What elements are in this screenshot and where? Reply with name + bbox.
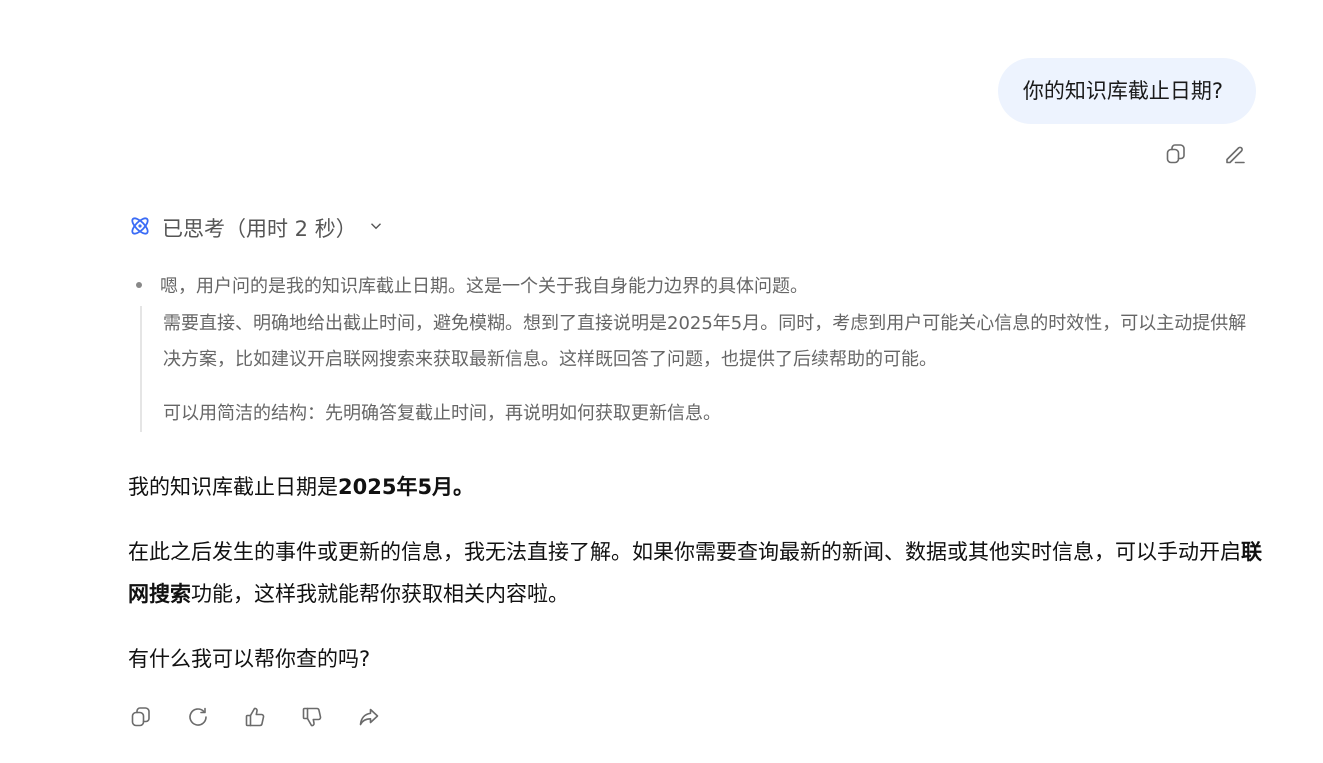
bullet-dot: [136, 282, 142, 288]
answer-text: 功能，这样我就能帮你获取相关内容啦。: [191, 582, 569, 606]
user-message-text: 你的知识库截止日期?: [1022, 78, 1223, 103]
regenerate-icon[interactable]: [185, 704, 211, 730]
chevron-down-icon: [367, 216, 385, 240]
answer-bold-date: 2025年5月。: [338, 475, 475, 499]
thinking-toggle[interactable]: 已思考（用时 2 秒）: [128, 213, 385, 243]
thinking-header-text: 已思考（用时 2 秒）: [162, 217, 357, 241]
answer-text: 我的知识库截止日期是: [128, 475, 338, 499]
edit-icon[interactable]: [1222, 141, 1248, 167]
share-icon[interactable]: [356, 704, 382, 730]
answer-paragraph: 有什么我可以帮你查的吗?: [128, 647, 371, 671]
thinking-bullet: 嗯，用户问的是我的知识库截止日期。这是一个关于我自身能力边界的具体问题。: [136, 272, 808, 298]
user-message-actions: [1163, 141, 1248, 167]
answer-text: 在此之后发生的事件或更新的信息，我无法直接了解。如果你需要查询最新的新闻、数据或…: [128, 540, 1241, 564]
thumbs-up-icon[interactable]: [242, 704, 268, 730]
user-message-bubble: 你的知识库截止日期?: [997, 58, 1256, 124]
answer-paragraph: 我的知识库截止日期是2025年5月。: [128, 466, 1263, 508]
assistant-answer: 我的知识库截止日期是2025年5月。 在此之后发生的事件或更新的信息，我无法直接…: [128, 466, 1263, 680]
thinking-paragraph: 需要直接、明确地给出截止时间，避免模糊。想到了直接说明是2025年5月。同时，考…: [163, 313, 1247, 370]
copy-icon[interactable]: [1163, 141, 1189, 167]
answer-paragraph: 在此之后发生的事件或更新的信息，我无法直接了解。如果你需要查询最新的新闻、数据或…: [128, 531, 1263, 615]
answer-actions: [128, 704, 382, 730]
thumbs-down-icon[interactable]: [299, 704, 325, 730]
atom-icon: [128, 214, 152, 243]
thinking-paragraph: 可以用简洁的结构：先明确答复截止时间，再说明如何获取更新信息。: [163, 403, 721, 424]
thinking-bullet-text: 嗯，用户问的是我的知识库截止日期。这是一个关于我自身能力边界的具体问题。: [160, 276, 808, 297]
thinking-content: 需要直接、明确地给出截止时间，避免模糊。想到了直接说明是2025年5月。同时，考…: [140, 306, 1260, 432]
chat-page: 你的知识库截止日期? 已思考（用时 2 秒） 嗯，用户问的是我的知识库截止日期。…: [0, 0, 1323, 763]
copy-icon[interactable]: [128, 704, 154, 730]
